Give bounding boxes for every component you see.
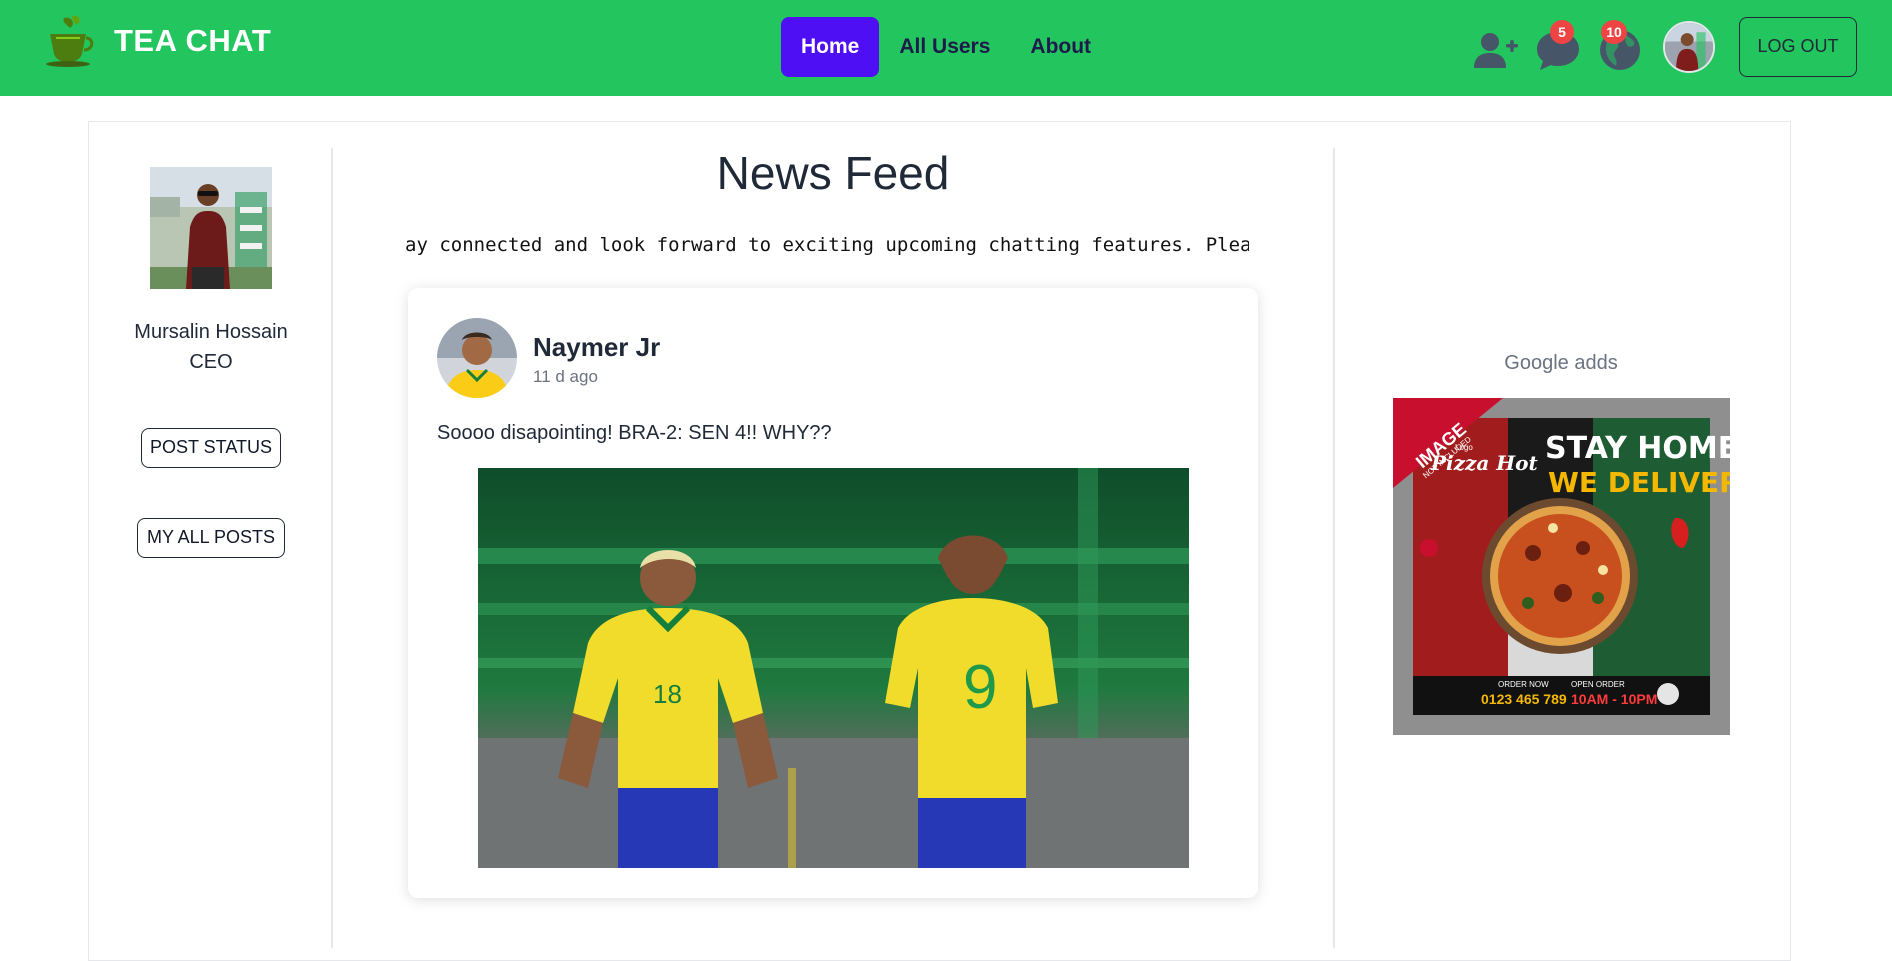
ad-banner[interactable]: IMAGE NOT INCLUDED Logo Pizza Hot STAY H… — [1393, 398, 1730, 735]
add-friend-button[interactable] — [1472, 26, 1520, 74]
pizza-ad-image: IMAGE NOT INCLUDED Logo Pizza Hot STAY H… — [1393, 398, 1730, 735]
post-author-avatar[interactable] — [437, 318, 517, 398]
messages-button[interactable]: 5 — [1534, 20, 1582, 74]
profile-photo-image — [150, 167, 272, 289]
post-status-button[interactable]: POST STATUS — [141, 428, 281, 468]
announcement-marquee: ay connected and look forward to excitin… — [405, 234, 1249, 264]
profile-role: CEO — [189, 351, 233, 373]
ad-headline-1: STAY HOME — [1545, 431, 1730, 466]
user-avatar[interactable] — [1663, 21, 1715, 73]
tea-cup-logo-icon — [46, 15, 94, 67]
right-divider — [1333, 148, 1335, 948]
post-author-name[interactable]: Naymer Jr — [533, 332, 660, 363]
brand-name: TEA CHAT — [114, 23, 272, 58]
brand[interactable]: TEA CHAT — [42, 14, 271, 68]
notifications-badge: 10 — [1601, 20, 1627, 44]
logout-button[interactable]: LOG OUT — [1739, 17, 1857, 77]
post-timestamp: 11 d ago — [533, 367, 598, 386]
post-card: Naymer Jr 11 d ago Soooo disapointing! B… — [408, 288, 1258, 898]
profile-photo[interactable] — [150, 167, 272, 289]
post-image[interactable]: 18 9 — [478, 468, 1189, 868]
ad-headline-2: WE DELIVER — [1548, 466, 1730, 499]
svg-text:9: 9 — [963, 653, 997, 722]
notifications-button[interactable]: 10 — [1596, 20, 1644, 74]
nav-home[interactable]: Home — [781, 17, 880, 77]
marquee-text: ay connected and look forward to excitin… — [405, 234, 1249, 256]
ad-order-now-label: ORDER NOW — [1498, 680, 1549, 689]
my-all-posts-button[interactable]: MY ALL POSTS — [137, 518, 285, 558]
avatar-photo — [1665, 23, 1713, 71]
post-photo: 18 9 — [478, 468, 1189, 868]
top-navbar: TEA CHAT Home All Users About 5 10 LOG O… — [0, 0, 1892, 96]
svg-text:18: 18 — [653, 679, 682, 709]
author-photo — [437, 318, 517, 398]
messages-badge: 5 — [1550, 20, 1574, 44]
nav-all-users[interactable]: All Users — [879, 17, 1010, 77]
add-user-icon — [1474, 33, 1518, 68]
left-divider — [331, 148, 333, 948]
page-title: News Feed — [716, 147, 950, 199]
ads-label: Google adds — [1504, 352, 1618, 374]
nav-about[interactable]: About — [1010, 17, 1111, 77]
main-nav: Home All Users About — [781, 17, 1111, 77]
ad-hours: 10AM - 10PM — [1571, 691, 1657, 707]
ad-phone: 0123 465 789 — [1481, 691, 1567, 707]
post-text: Soooo disapointing! BRA-2: SEN 4!! WHY?? — [437, 422, 832, 444]
profile-name: Mursalin Hossain — [134, 321, 288, 343]
ad-brand: Pizza Hot — [1430, 451, 1539, 475]
ad-open-order-label: OPEN ORDER — [1571, 680, 1625, 689]
